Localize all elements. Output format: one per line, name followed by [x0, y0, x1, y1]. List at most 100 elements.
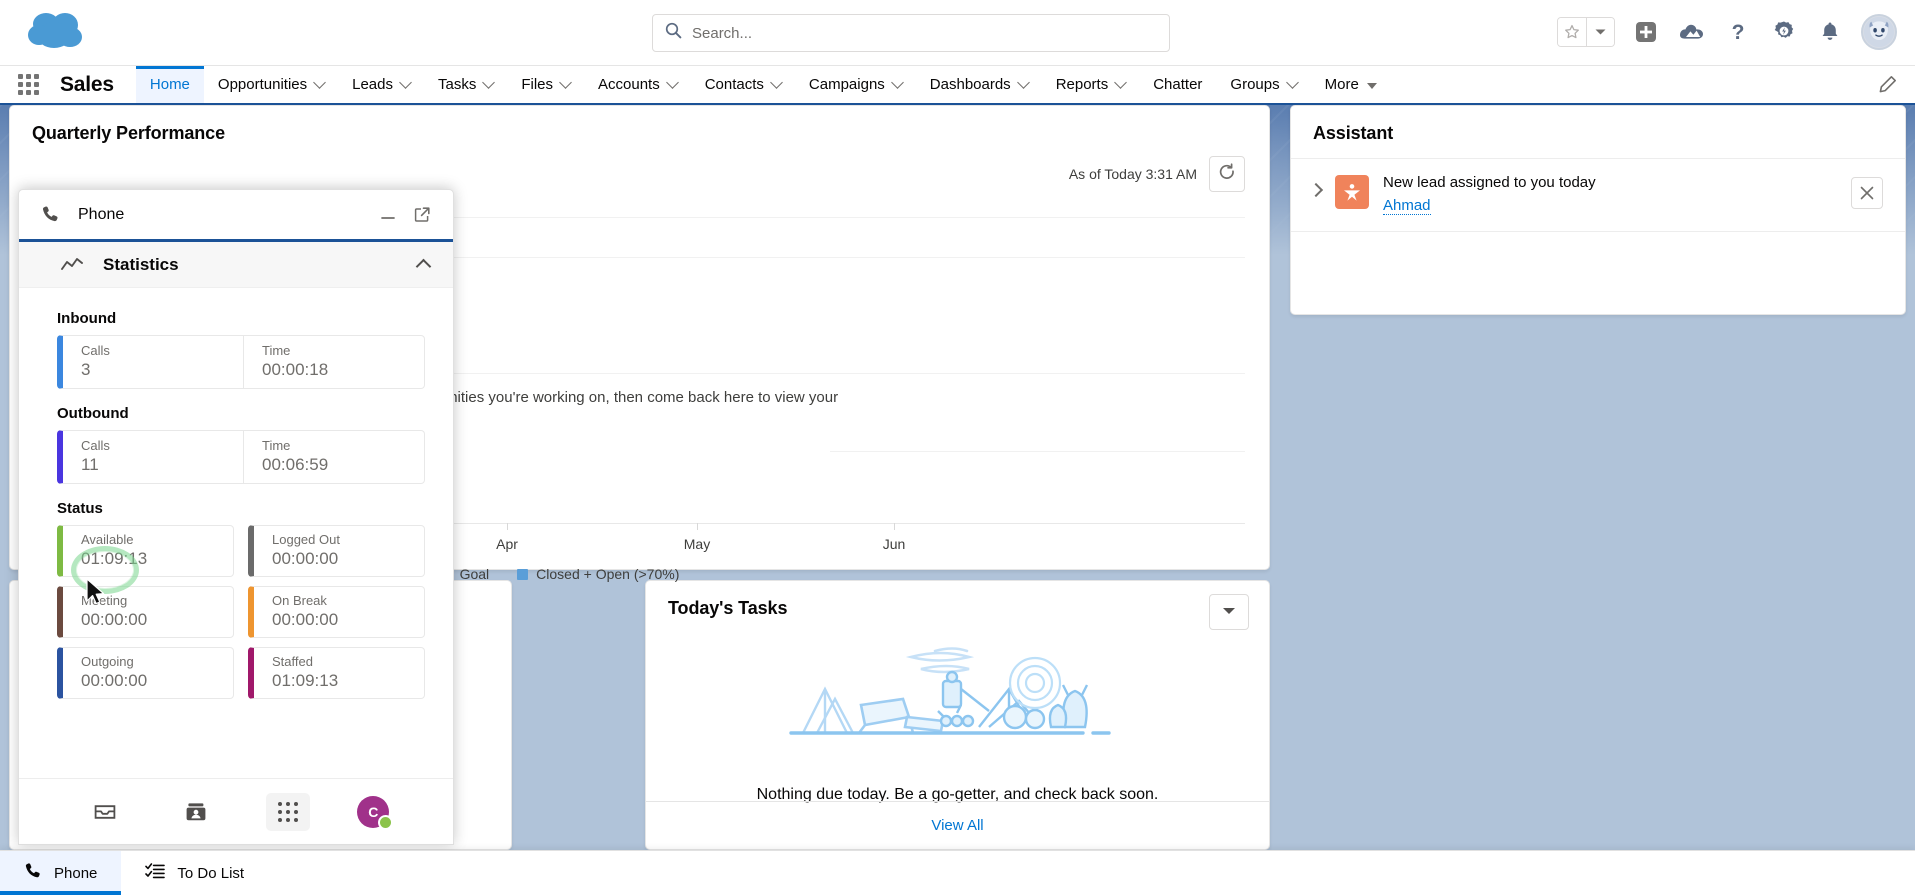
nav-item-chatter[interactable]: Chatter [1139, 66, 1216, 103]
header-actions: ? [1557, 8, 1897, 56]
as-of-group: As of Today 3:31 AM [1069, 156, 1245, 192]
global-search[interactable] [652, 14, 1170, 52]
chevron-right-icon[interactable] [1308, 182, 1324, 198]
status-value-meeting: 00:00:00 [81, 610, 148, 629]
minimize-icon[interactable] [371, 198, 405, 232]
outbound-stat-card: Calls 11 Time 00:06:59 [57, 430, 425, 484]
chart-x-axis [412, 523, 1245, 524]
svg-text:?: ? [1732, 21, 1745, 44]
nav-item-contacts[interactable]: Contacts [691, 66, 795, 103]
nav-label: Groups [1230, 76, 1280, 93]
global-create-plus-icon[interactable] [1631, 17, 1661, 47]
phone-panel-footer: C [19, 778, 453, 844]
as-of-text: As of Today 3:31 AM [1068, 166, 1197, 182]
nav-item-dashboards[interactable]: Dashboards [916, 66, 1042, 103]
chevron-down-icon [1016, 76, 1030, 89]
inbound-time-cell: Time 00:00:18 [243, 336, 424, 388]
inbound-time-value: 00:00:18 [262, 360, 329, 379]
assistant-close-button[interactable] [1851, 177, 1883, 209]
favorites-caret-down-icon[interactable] [1586, 18, 1614, 46]
nav-item-files[interactable]: Files [507, 66, 584, 103]
status-card-on-break[interactable]: On Break 00:00:00 [248, 586, 425, 638]
empty-state-illustration-icon [783, 643, 1133, 758]
status-card-available[interactable]: Available 01:09:13 [57, 525, 234, 577]
status-value-staffed: 01:09:13 [272, 671, 339, 690]
status-card-meeting[interactable]: Meeting 00:00:00 [57, 586, 234, 638]
outbound-calls-value: 11 [81, 455, 99, 474]
status-label-staffed: Staffed [272, 654, 313, 669]
chevron-down-icon [313, 76, 326, 89]
chevron-down-icon [1114, 76, 1128, 89]
pop-out-icon[interactable] [405, 198, 439, 232]
inbound-calls-value: 3 [81, 360, 91, 379]
edit-page-pencil-icon[interactable] [1859, 66, 1915, 103]
nav-item-reports[interactable]: Reports [1042, 66, 1140, 103]
search-input[interactable] [692, 24, 1157, 42]
status-value-outgoing: 00:00:00 [81, 671, 148, 690]
legend-item-closed-open[interactable]: Closed + Open (>70%) [517, 566, 679, 582]
chart-gridline [830, 451, 1245, 452]
status-card-staffed[interactable]: Staffed 01:09:13 [248, 647, 425, 699]
todays-tasks-card: Today's Tasks Nothing due today. Be a go… [645, 580, 1270, 850]
help-question-icon[interactable]: ? [1723, 17, 1753, 47]
nav-label: Contacts [704, 76, 764, 93]
side-column: Assistant New lead assigned to you today… [1290, 105, 1906, 315]
setup-gear-icon[interactable] [1769, 17, 1799, 47]
chart-x-tick [697, 523, 698, 530]
chevron-up-icon[interactable] [415, 258, 432, 275]
salesforce-cloud-logo-icon[interactable] [22, 8, 92, 54]
status-value-on-break: 00:00:00 [272, 610, 339, 629]
outbound-calls-label: Calls [81, 438, 110, 453]
global-header: ? [0, 0, 1915, 66]
notifications-bell-icon[interactable] [1815, 17, 1845, 47]
nav-label: Leads [352, 76, 393, 93]
statistics-section-header[interactable]: Statistics [19, 242, 453, 288]
voicemail-inbox-icon[interactable] [83, 793, 127, 831]
inbound-stat-card: Calls 3 Time 00:00:18 [57, 335, 425, 389]
nav-label: Home [149, 76, 190, 93]
nav-item-accounts[interactable]: Accounts [584, 66, 691, 103]
page-title: Quarterly Performance [32, 123, 225, 143]
todays-tasks-title: Today's Tasks [668, 598, 788, 618]
nav-item-groups[interactable]: Groups [1216, 66, 1310, 103]
nav-item-tasks[interactable]: Tasks [424, 66, 507, 103]
agent-avatar-initial: C [368, 803, 379, 820]
status-card-outgoing[interactable]: Outgoing 00:00:00 [57, 647, 234, 699]
chevron-down-icon [665, 76, 679, 89]
app-launcher-waffle-icon[interactable] [0, 66, 56, 103]
presence-status-dot [378, 814, 394, 830]
chevron-down-icon [890, 76, 904, 89]
outbound-label: Outbound [57, 405, 129, 422]
status-card-logged-out[interactable]: Logged Out 00:00:00 [248, 525, 425, 577]
nav-item-campaigns[interactable]: Campaigns [795, 66, 916, 103]
assistant-item-link[interactable]: Ahmad [1383, 197, 1431, 215]
nav-item-opportunities[interactable]: Opportunities [204, 66, 338, 103]
contacts-card-icon[interactable] [174, 793, 218, 831]
todays-tasks-menu-button[interactable] [1209, 594, 1249, 630]
app-navigation-bar: Sales Home Opportunities Leads Tasks Fil… [0, 66, 1915, 105]
assistant-card: Assistant New lead assigned to you today… [1290, 105, 1906, 315]
status-label: Status [57, 500, 103, 517]
favorites-star-icon[interactable] [1558, 18, 1586, 46]
user-profile-avatar[interactable] [1861, 14, 1897, 50]
todays-tasks-view-all-link[interactable]: View All [646, 801, 1269, 849]
app-name[interactable]: Sales [56, 66, 136, 103]
assistant-item[interactable]: New lead assigned to you today Ahmad [1291, 158, 1905, 232]
nav-item-more[interactable]: More [1311, 66, 1391, 103]
chart-x-tick [894, 523, 895, 530]
chart-x-label-jun: Jun [882, 536, 906, 552]
sales-cloud-guidance-icon[interactable] [1677, 17, 1707, 47]
nav-item-home[interactable]: Home [135, 66, 204, 103]
status-label-available: Available [81, 532, 134, 547]
statistics-body: Inbound Calls 3 Time 00:00:18 Outbound C… [19, 288, 453, 699]
agent-avatar[interactable]: C [357, 795, 394, 830]
utility-item-to-do-list[interactable]: To Do List [121, 851, 268, 895]
favorites-group[interactable] [1557, 17, 1615, 47]
dialpad-icon[interactable] [265, 792, 310, 831]
nav-item-leads[interactable]: Leads [338, 66, 424, 103]
phone-panel-header[interactable]: Phone [19, 190, 453, 242]
refresh-button[interactable] [1209, 156, 1245, 192]
utility-item-phone[interactable]: Phone [0, 851, 122, 895]
checklist-icon [145, 862, 166, 884]
chevron-down-icon [559, 76, 572, 89]
